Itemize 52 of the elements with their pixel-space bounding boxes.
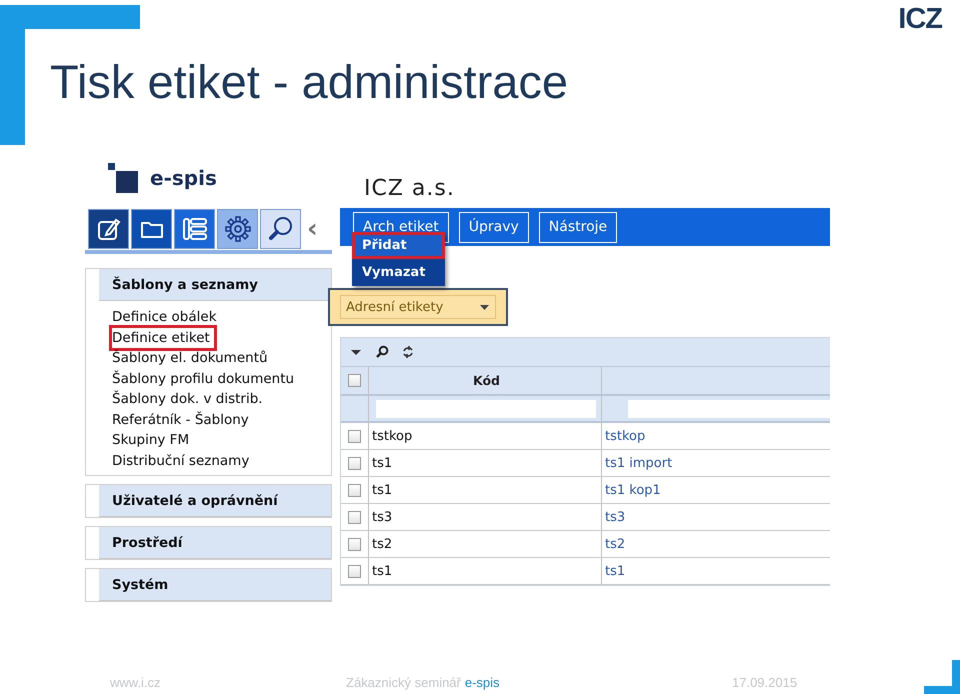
- row-checkbox[interactable]: [348, 510, 361, 524]
- footer-product: e-spis: [464, 674, 500, 690]
- gear-icon: [224, 215, 252, 243]
- footer-event: Zákaznický seminář: [346, 674, 461, 690]
- app-logo-text: e-spis: [150, 166, 217, 190]
- folder-tab[interactable]: [131, 209, 172, 249]
- menu-button[interactable]: Nástroje: [538, 212, 618, 242]
- table-link[interactable]: tstkop: [605, 428, 646, 444]
- table-link[interactable]: ts1 kop1: [605, 482, 661, 498]
- row-checkbox[interactable]: [348, 456, 361, 470]
- section-header[interactable]: Šablony a seznamy: [99, 269, 331, 301]
- dropdown-arrow-icon: [480, 304, 489, 310]
- type-dropdown[interactable]: Adresní etikety: [340, 295, 496, 319]
- company-name: ICZ a.s.: [364, 176, 455, 200]
- gear-tab[interactable]: [217, 209, 258, 249]
- table-link[interactable]: ts2: [605, 536, 626, 552]
- table-link[interactable]: ts3: [605, 510, 626, 524]
- search-icon: [266, 215, 294, 243]
- corner-decoration: [924, 660, 960, 694]
- filter-field[interactable]: [376, 400, 596, 418]
- table-cell: tstkop: [372, 428, 412, 444]
- section-header[interactable]: Uživatelé a oprávnění: [99, 485, 331, 517]
- company-logo: ICZ: [898, 4, 942, 36]
- select-all-checkbox[interactable]: [348, 374, 361, 387]
- table-link[interactable]: ts1 import: [605, 456, 672, 470]
- edit-tab[interactable]: [88, 209, 129, 249]
- collapse-arrow[interactable]: ‹: [307, 216, 318, 242]
- menu-button[interactable]: Úpravy: [458, 212, 529, 242]
- row-checkbox[interactable]: [348, 430, 361, 442]
- section-header[interactable]: Prostředí: [99, 527, 331, 559]
- table-link[interactable]: ts1: [605, 564, 626, 578]
- footer-url: www.i.cz: [110, 674, 162, 690]
- list-tab[interactable]: [174, 209, 215, 249]
- filter-field[interactable]: [628, 400, 830, 418]
- row-checkbox[interactable]: [348, 538, 361, 550]
- table-cell: ts1: [372, 564, 392, 578]
- table-cell: ts1: [372, 456, 392, 470]
- list-icon: [180, 215, 208, 243]
- table-cell: ts1: [372, 482, 392, 498]
- menu-item[interactable]: Přidat: [352, 232, 445, 259]
- row-checkbox[interactable]: [348, 484, 361, 496]
- menu-item[interactable]: Vymazat: [352, 259, 445, 286]
- table-cell: ts2: [372, 536, 392, 552]
- sidebar-link[interactable]: Definice etiket: [109, 324, 217, 351]
- footer-date: 17.09.2015: [732, 674, 798, 690]
- refresh-icon[interactable]: [401, 345, 415, 359]
- section-header[interactable]: Systém: [99, 569, 331, 601]
- search-icon[interactable]: [375, 345, 389, 359]
- table-cell: ts3: [372, 510, 392, 524]
- search-tab[interactable]: [260, 209, 301, 249]
- row-checkbox[interactable]: [348, 564, 361, 578]
- slide-title: Tisk etiket - administrace: [50, 58, 568, 105]
